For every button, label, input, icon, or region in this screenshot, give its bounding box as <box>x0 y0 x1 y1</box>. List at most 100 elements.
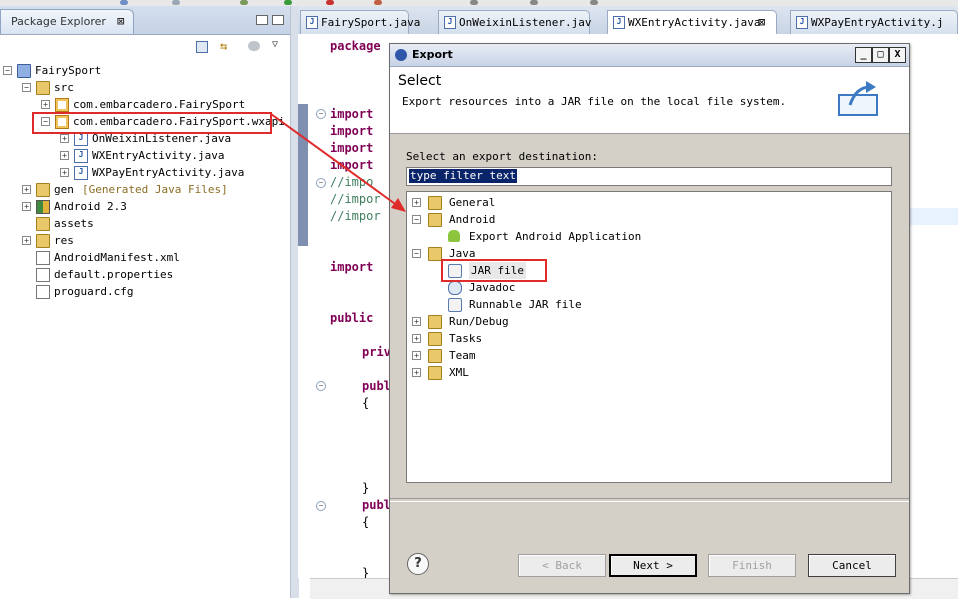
package-icon <box>55 98 69 112</box>
dialog-header: Select Export resources into a JAR file … <box>390 67 909 134</box>
chevron-down-icon[interactable]: ▽ <box>272 39 278 50</box>
collapse-all-icon[interactable] <box>196 41 208 53</box>
tree-item-label: src <box>54 81 74 94</box>
expand-icon[interactable]: + <box>22 202 31 211</box>
collapse-icon[interactable]: − <box>412 215 421 224</box>
folder-icon <box>428 196 442 210</box>
toolbar-button[interactable] <box>240 0 248 5</box>
debug-icon[interactable] <box>326 0 334 5</box>
finish-button[interactable]: Finish <box>708 554 796 577</box>
expand-icon[interactable]: + <box>60 168 69 177</box>
minimize-view-icon[interactable] <box>256 15 268 25</box>
tree-item[interactable]: proguard.cfg <box>0 283 290 300</box>
package-explorer-tab[interactable]: Package Explorer ⊠ <box>0 9 134 34</box>
tree-item-label: assets <box>54 217 94 230</box>
collapse-icon[interactable]: − <box>3 66 12 75</box>
tree-item[interactable]: − src <box>0 79 290 96</box>
export-wizard-icon <box>838 81 878 116</box>
expand-icon[interactable]: + <box>412 198 421 207</box>
wizard-tree-item[interactable]: − Android <box>407 211 891 228</box>
code-token: package <box>330 39 381 53</box>
code-token: import <box>330 158 374 172</box>
dialog-titlebar[interactable]: Export _ □ X <box>390 44 909 67</box>
help-button[interactable]: ? <box>407 553 429 575</box>
editor-tab[interactable]: J FairySport.java <box>300 10 420 34</box>
tree-item-label: proguard.cfg <box>54 285 134 298</box>
library-icon <box>36 200 50 214</box>
wizard-tree-item[interactable]: Export Android Application <box>407 228 891 245</box>
folder-icon <box>36 234 50 248</box>
toolbar-button[interactable] <box>172 0 180 5</box>
editor-tab[interactable]: J OnWeixinListener.jav <box>438 10 591 34</box>
tree-item[interactable]: AndroidManifest.xml <box>0 249 290 266</box>
wizard-tree-item[interactable]: + Run/Debug <box>407 313 891 330</box>
android-icon <box>448 230 460 242</box>
expand-icon[interactable]: + <box>22 185 31 194</box>
tree-item[interactable]: default.properties <box>0 266 290 283</box>
folder-icon <box>428 332 442 346</box>
source-folder-icon <box>36 183 50 197</box>
minimize-button[interactable]: _ <box>855 47 872 63</box>
code-token: import <box>330 107 374 121</box>
toolbar-button[interactable] <box>374 0 382 5</box>
wizard-tree-item[interactable]: + General <box>407 194 891 211</box>
link-with-editor-icon[interactable]: ⇆ <box>220 40 234 52</box>
wizard-tree-item[interactable]: Runnable JAR file <box>407 296 891 313</box>
fold-icon[interactable]: − <box>316 501 326 511</box>
cancel-button[interactable]: Cancel <box>808 554 896 577</box>
tree-item[interactable]: − FairySport <box>0 62 290 79</box>
filter-input[interactable]: type filter text <box>406 167 892 186</box>
maximize-button[interactable]: □ <box>872 47 889 63</box>
close-icon[interactable]: ⊠ <box>117 14 124 28</box>
back-button[interactable]: < Back <box>518 554 606 577</box>
tree-item[interactable]: assets <box>0 215 290 232</box>
toolbar-button[interactable] <box>530 0 538 5</box>
collapse-icon[interactable]: − <box>22 83 31 92</box>
expand-icon[interactable]: + <box>60 151 69 160</box>
expand-icon[interactable]: + <box>60 134 69 143</box>
close-icon[interactable]: ⊠ <box>758 11 765 34</box>
fold-icon[interactable]: − <box>316 381 326 391</box>
file-icon <box>36 285 50 299</box>
tree-item[interactable]: + J WXPayEntryActivity.java <box>0 164 290 181</box>
wizard-tree-item-label: Android <box>449 213 496 226</box>
tree-item[interactable]: + gen [Generated Java Files] <box>0 181 290 198</box>
expand-icon[interactable]: + <box>41 100 50 109</box>
wizard-tree-item[interactable]: + Tasks <box>407 330 891 347</box>
wizard-tree-item[interactable]: + XML <box>407 364 891 381</box>
code-comment: //impo <box>330 175 374 189</box>
next-button[interactable]: Next > <box>609 554 697 577</box>
toolbar-button[interactable] <box>590 0 598 5</box>
tree-item[interactable]: + J WXEntryActivity.java <box>0 147 290 164</box>
editor-tabbar: J FairySport.java J OnWeixinListener.jav… <box>298 6 958 35</box>
tree-item[interactable]: + res <box>0 232 290 249</box>
java-file-icon: J <box>796 16 808 29</box>
close-button[interactable]: X <box>889 47 906 63</box>
fold-icon[interactable]: − <box>316 178 326 188</box>
tree-item-decoration: [Generated Java Files] <box>82 183 228 196</box>
wizard-tree-item[interactable]: + Team <box>407 347 891 364</box>
wizard-tree-item-label: Team <box>449 349 476 362</box>
toolbar-button[interactable] <box>470 0 478 5</box>
expand-icon[interactable]: + <box>412 368 421 377</box>
expand-icon[interactable]: + <box>412 317 421 326</box>
run-icon[interactable] <box>284 0 292 5</box>
editor-tab[interactable]: J WXPayEntryActivity.j <box>790 10 958 34</box>
filter-input-text: type filter text <box>409 169 517 183</box>
tree-item[interactable]: + Android 2.3 <box>0 198 290 215</box>
export-wizard-tree: + General − Android Export Android Applicati… <box>406 191 892 483</box>
package-explorer-view: Package Explorer ⊠ ⇆ ▽ − FairySport − src + c… <box>0 6 290 598</box>
fold-icon[interactable]: − <box>316 109 326 119</box>
wizard-tree-item-label: XML <box>449 366 469 379</box>
view-menu-icon[interactable] <box>248 41 260 51</box>
toolbar-button[interactable] <box>120 0 128 5</box>
editor-tab-active[interactable]: J WXEntryActivity.java ⊠ <box>607 10 777 34</box>
collapse-icon[interactable]: − <box>412 249 421 258</box>
java-file-icon: J <box>74 149 88 163</box>
expand-icon[interactable]: + <box>412 351 421 360</box>
expand-icon[interactable]: + <box>22 236 31 245</box>
expand-icon[interactable]: + <box>412 334 421 343</box>
maximize-view-icon[interactable] <box>272 15 284 25</box>
eclipse-icon <box>395 49 407 61</box>
tree-item[interactable]: + com.embarcadero.FairySport <box>0 96 290 113</box>
